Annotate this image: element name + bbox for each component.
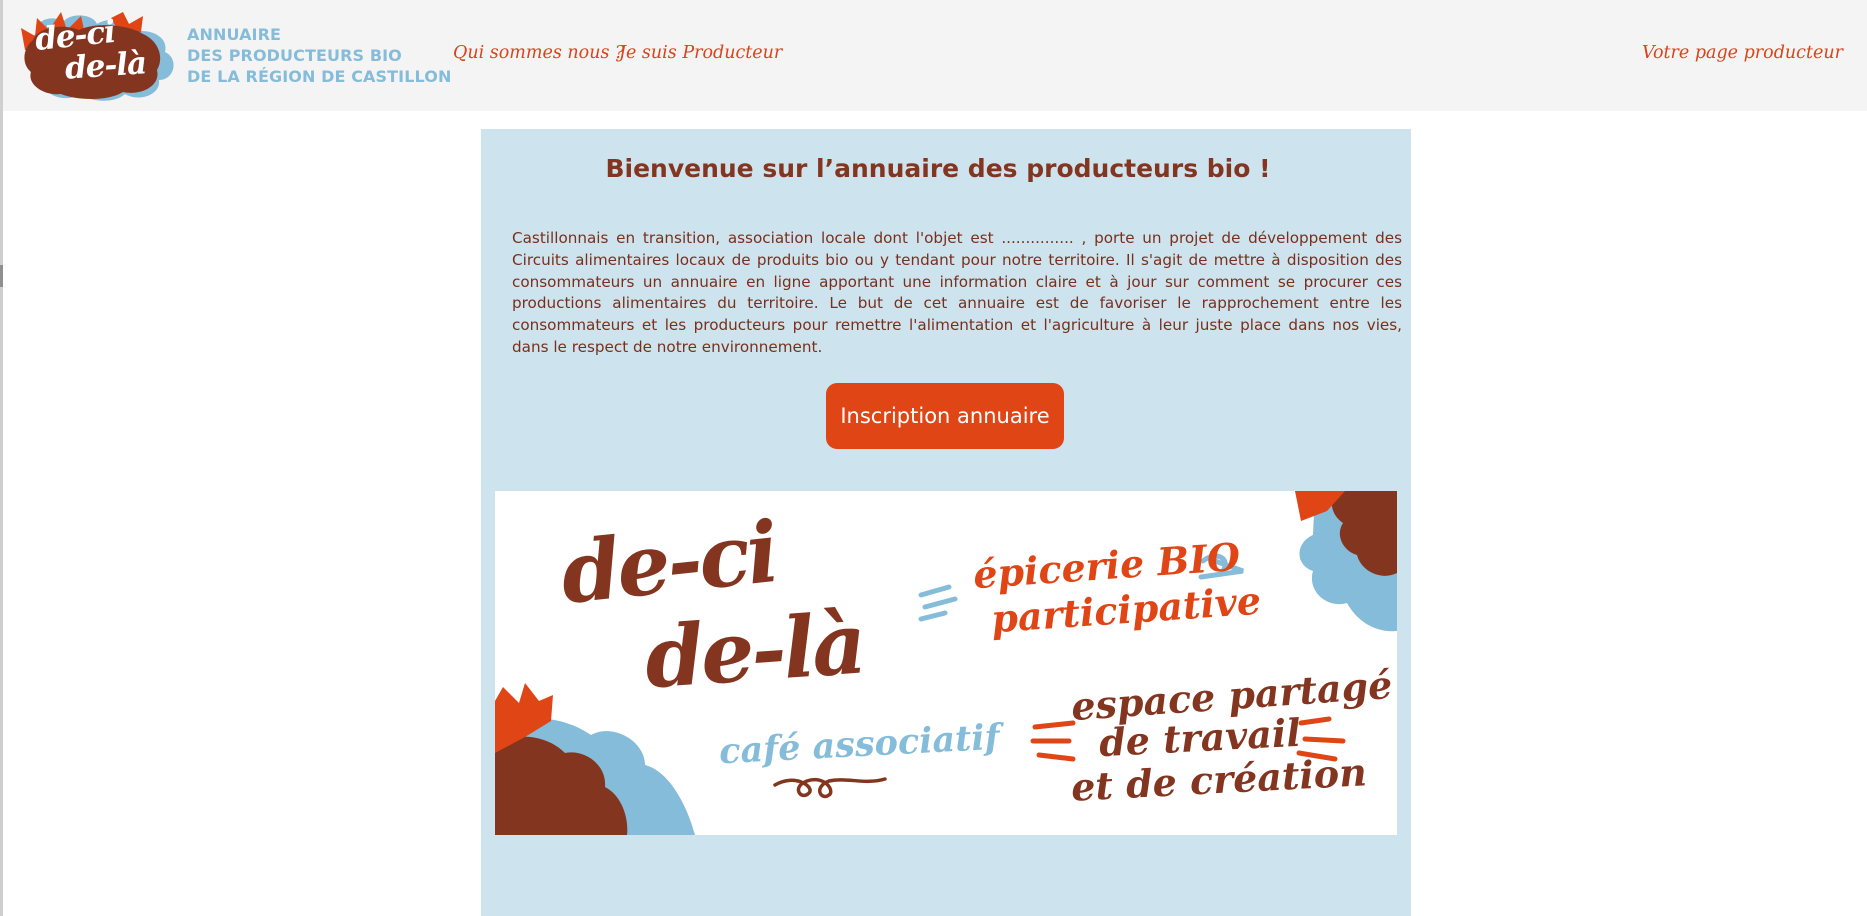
site-brand-title: ANNUAIRE DES PRODUCTEURS BIO DE LA RÉGIO… [187, 24, 451, 87]
logo-text-line2: de-là [63, 45, 148, 87]
page-title: Bienvenue sur l’annuaire des producteurs… [605, 154, 1271, 183]
nav-link-producer-page[interactable]: Votre page producteur [1642, 43, 1843, 63]
banner-logo-line1: de-ci [556, 502, 781, 623]
page: de-ci de-là ANNUAIRE DES PRODUCTEURS BIO… [0, 0, 1867, 916]
site-header: de-ci de-là ANNUAIRE DES PRODUCTEURS BIO… [3, 0, 1867, 111]
nav-link-producer[interactable]: Je suis Producteur [619, 43, 782, 63]
intro-paragraph: Castillonnais en transition, association… [512, 229, 1402, 356]
window-edge [0, 0, 3, 916]
brand-line-1: ANNUAIRE [187, 25, 282, 44]
nav-link-about[interactable]: Qui sommes nous ? [453, 43, 624, 63]
brand-line-2: DES PRODUCTEURS BIO [187, 46, 402, 65]
brand-line-3: DE LA RÉGION DE CASTILLON [187, 67, 452, 86]
banner-illustration: de-ci de-là épicerie BIO participative c… [495, 491, 1397, 835]
inscription-button[interactable]: Inscription annuaire [826, 383, 1064, 449]
banner-logo-line2: de-là [641, 593, 867, 708]
site-logo[interactable]: de-ci de-là [19, 10, 179, 104]
window-resize-handle[interactable] [0, 265, 3, 287]
